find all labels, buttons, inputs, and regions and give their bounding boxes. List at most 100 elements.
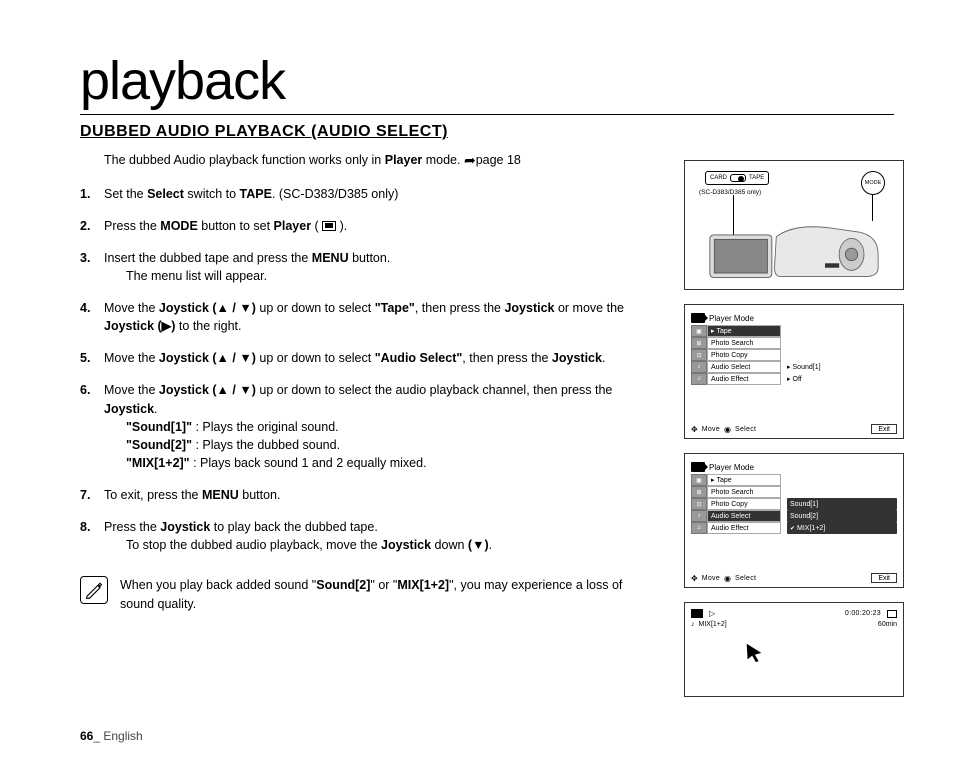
step-2: 2. Press the MODE button to set Player (… [80,217,650,235]
t: , then press the [462,351,552,365]
t: Joystick (▲ / ▼) [159,351,256,365]
tab-icon: ▣ [691,474,707,486]
step-3: 3. Insert the dubbed tape and press the … [80,249,650,285]
intro-mode: Player [385,153,423,167]
mode-button: MODE [861,171,885,195]
playback-top-row: ▷ 0:00:20:23 [691,609,897,618]
menu-header: Player Mode [691,313,897,323]
menu-item: Audio Select [707,361,781,373]
menu-item: Photo Search [707,337,781,349]
t: TAPE [240,187,272,201]
t: "MIX[1+2]" [126,456,190,470]
step-number: 1. [80,185,90,203]
menu-list: ▣Tape ⊞Photo Search ⊡Photo CopySound[1] … [691,474,897,534]
select-label: Select [735,426,756,433]
t: Joystick [381,538,431,552]
t: MIX[1+2] [797,525,825,532]
page-title: playback [80,50,894,115]
select-label: Select [735,575,756,582]
step-number: 5. [80,349,90,367]
t: To exit, press the [104,488,202,502]
t: Joystick [552,351,602,365]
t: Insert the dubbed tape and press the [104,251,312,265]
tab-icon: ♪ [691,361,707,373]
step-7: 7. To exit, press the MENU button. [80,486,650,504]
move-icon: ✥ [691,425,698,434]
note-icon [80,576,108,604]
intro-ref: page 18 [476,153,521,167]
t: To stop the dubbed audio playback, move … [126,538,381,552]
menu-option: Sound[1] [787,361,897,373]
step-5: 5. Move the Joystick (▲ / ▼) up or down … [80,349,650,367]
t: "Sound[2]" [126,438,192,452]
t: MODE [160,219,198,233]
t: Move the [104,301,159,315]
leader-line [872,195,873,221]
t: . [602,351,605,365]
menu-item: Photo Copy [707,498,781,510]
menu-item: Photo Copy [707,349,781,361]
t: Set the [104,187,147,201]
step-number: 6. [80,381,90,399]
t: When you play back added sound " [120,578,316,592]
camcorder-icon [691,462,705,472]
step-number: 4. [80,299,90,317]
opt-1: "Sound[1]" : Plays the original sound. [126,418,650,436]
t: "Sound[1]" [126,420,192,434]
t: : Plays the dubbed sound. [192,438,340,452]
t: to play back the dubbed tape. [210,520,378,534]
t: to the right. [175,319,241,333]
camcorder-icon [691,313,705,323]
t: switch to [184,187,240,201]
select-icon: ◉ [724,574,731,583]
menu-footer: ✥Move ◉Select Exit [691,424,897,434]
switch-slot-icon [730,174,746,182]
menu-item-tape: Tape [707,325,781,337]
t: , then press the [415,301,505,315]
t: MENU [312,251,349,265]
mix-label: MIX[1+2] [699,621,727,628]
t: MIX[1+2] [397,578,449,592]
footer-lang: English [103,729,142,743]
timecode: 0:00:20:23 [845,610,881,617]
t: or move the [555,301,624,315]
menu-item: Photo Search [707,486,781,498]
t: "Audio Select" [375,351,463,365]
t: Tape [717,477,732,484]
page-footer: 66_ English [80,729,143,743]
sub-text: To stop the dubbed audio playback, move … [126,536,650,554]
t: Joystick (▶) [104,319,175,333]
menu-title: Player Mode [709,314,754,323]
menu-option: Off [787,373,897,385]
menu-title: Player Mode [709,463,754,472]
t: up or down to select the audio playback … [256,383,612,397]
camera-illustration: CARD TAPE (SC-D383/D385 only) MODE [684,160,904,290]
menu-footer: ✥Move ◉Select Exit [691,573,897,583]
t: Sound[1] [793,364,821,371]
arrow-right-icon: ➦ [464,151,476,171]
footer-sep: _ [93,729,103,743]
menu-option: Sound[1] [787,498,897,510]
menu-header: Player Mode [691,462,897,472]
menu-item: Audio Select [707,510,781,522]
t: Joystick [104,402,154,416]
t: Joystick [504,301,554,315]
step-1: 1. Set the Select switch to TAPE. (SC-D3… [80,185,650,203]
t: up or down to select [256,351,375,365]
t: Off [793,376,802,383]
step-number: 3. [80,249,90,267]
t: Press the [104,520,160,534]
t: Move the [104,351,159,365]
tab-icon: ⊡ [691,349,707,361]
step-number: 8. [80,518,90,536]
t: Press the [104,219,160,233]
battery-icon [691,609,703,618]
t: . [154,402,157,416]
sound-icon: ♪ [691,621,695,628]
minutes-label: 60min [878,621,897,628]
playback-screen: ▷ 0:00:20:23 ♪ MIX[1+2] 60min [684,602,904,697]
t: Select [147,187,184,201]
move-label: Move [702,426,720,433]
t: Tape [717,328,732,335]
step-number: 7. [80,486,90,504]
